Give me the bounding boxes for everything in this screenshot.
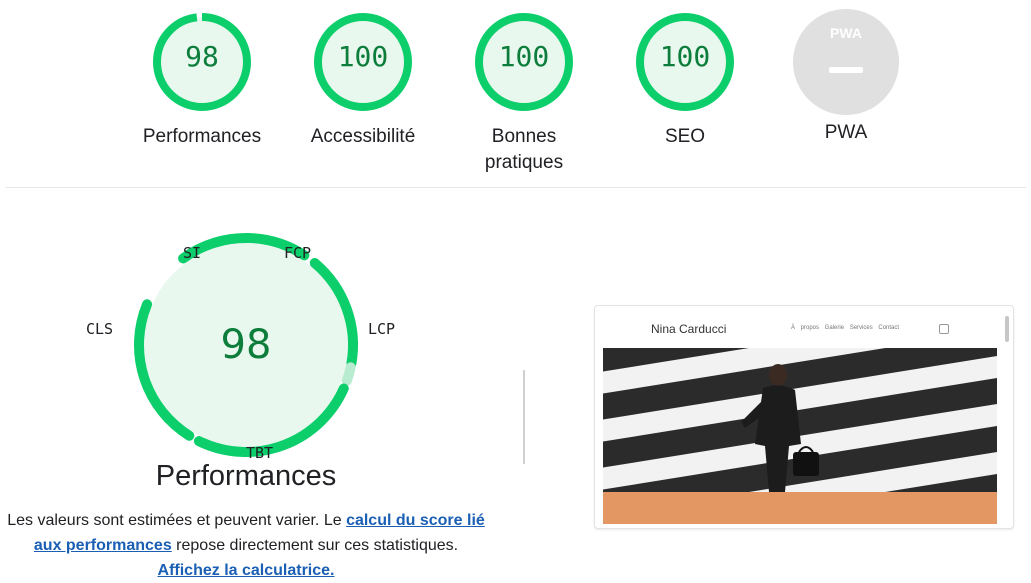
- gauge-accessibility[interactable]: 100 Accessibilité: [288, 12, 438, 150]
- vertical-divider: [523, 370, 525, 464]
- gauge-score: 100: [659, 40, 711, 73]
- screenshot-scrollbar: [1004, 310, 1010, 522]
- calculator-link[interactable]: Affichez la calculatrice.: [158, 562, 335, 579]
- gauge-score: 100: [498, 40, 550, 73]
- performance-score: 98: [220, 322, 272, 368]
- gauge-label: Bonnes pratiques: [484, 126, 564, 173]
- screenshot-hero-image: [603, 348, 997, 492]
- section-divider: [6, 187, 1026, 188]
- screenshot-site-name: Nina Carducci: [651, 322, 727, 336]
- pwa-dash-icon: [829, 67, 863, 73]
- crosswalk-image: [603, 348, 997, 492]
- pwa-badge-text: PWA: [830, 25, 862, 41]
- final-screenshot[interactable]: Nina Carducci À propos Galerie Services …: [594, 305, 1014, 529]
- scrollbar-thumb: [1005, 316, 1009, 342]
- performance-title: Performances: [155, 460, 337, 492]
- gauge-best-practices[interactable]: 100 Bonnes pratiques: [449, 12, 599, 176]
- pwa-badge-icon: PWA: [793, 9, 899, 115]
- gauge-pwa[interactable]: PWA PWA: [771, 9, 921, 146]
- performance-gauge[interactable]: SI FCP LCP CLS TBT 98: [86, 232, 396, 472]
- gauge-seo[interactable]: 100 SEO: [610, 12, 760, 150]
- gauge-label: PWA: [824, 122, 868, 143]
- gauge-ring: 100: [313, 12, 413, 112]
- screenshot-nav-links: À propos Galerie Services Contact: [791, 325, 900, 331]
- description-text: Les valeurs sont estimées et peuvent var…: [7, 512, 347, 529]
- metric-label-si: SI: [183, 244, 202, 262]
- gauge-ring: 100: [635, 12, 735, 112]
- instagram-icon: [939, 324, 949, 334]
- screenshot-orange-band: [603, 492, 997, 524]
- screenshot-navbar: Nina Carducci À propos Galerie Services …: [603, 306, 997, 348]
- gauge-score: 100: [337, 40, 389, 73]
- gauge-ring: 98: [152, 12, 252, 112]
- gauge-label: Performances: [142, 126, 262, 147]
- gauge-ring: 100: [474, 12, 574, 112]
- gauge-performance[interactable]: 98 Performances: [127, 12, 277, 150]
- gauge-label: Accessibilité: [310, 126, 416, 147]
- gauge-label: SEO: [664, 126, 706, 147]
- performance-description: Les valeurs sont estimées et peuvent var…: [4, 508, 488, 583]
- description-text: repose directement sur ces statistiques.: [171, 537, 459, 554]
- gauge-score: 98: [185, 40, 219, 73]
- metric-label-fcp: FCP: [284, 244, 312, 262]
